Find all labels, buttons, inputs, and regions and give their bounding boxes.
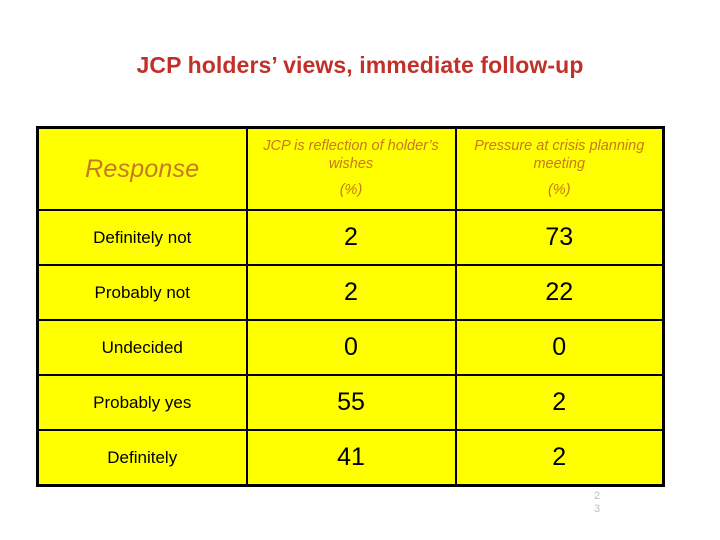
- row-value-pressure: 73: [454, 209, 665, 266]
- row-label: Undecided: [36, 319, 248, 376]
- table-row: Undecided 0 0: [36, 319, 665, 376]
- row-label: Probably not: [36, 264, 248, 321]
- row-value-reflection: 55: [245, 374, 457, 431]
- row-value-reflection: 2: [245, 209, 457, 266]
- column-header-pressure-unit: (%): [547, 181, 571, 198]
- table-row: Definitely 41 2: [36, 429, 665, 487]
- table-row: Probably not 2 22: [36, 264, 665, 321]
- table-header-row: Response JCP is reflection of holder’s w…: [36, 126, 665, 211]
- row-value-pressure: 2: [454, 374, 665, 431]
- row-value-reflection: 0: [245, 319, 457, 376]
- row-value-reflection: 2: [245, 264, 457, 321]
- table-row: Probably yes 55 2: [36, 374, 665, 431]
- table-row: Definitely not 2 73: [36, 209, 665, 266]
- column-header-reflection: JCP is reflection of holder’s wishes (%): [245, 126, 457, 211]
- row-value-pressure: 0: [454, 319, 665, 376]
- column-header-pressure-label: Pressure at crisis planning meeting: [474, 138, 645, 173]
- page-title: JCP holders’ views, immediate follow-up: [136, 52, 584, 78]
- row-label: Probably yes: [36, 374, 248, 431]
- row-label: Definitely: [36, 429, 248, 487]
- column-header-reflection-label: JCP is reflection of holder’s wishes: [263, 138, 439, 173]
- column-header-reflection-unit: (%): [339, 181, 363, 198]
- column-header-response: Response: [36, 126, 248, 211]
- page-number-digit-1: 2: [594, 490, 601, 502]
- row-value-pressure: 2: [454, 429, 665, 487]
- page-number-digit-2: 3: [594, 503, 601, 515]
- column-header-pressure: Pressure at crisis planning meeting (%): [454, 126, 665, 211]
- row-value-reflection: 41: [245, 429, 457, 487]
- row-value-pressure: 22: [454, 264, 665, 321]
- survey-results-table: Response JCP is reflection of holder’s w…: [36, 126, 665, 487]
- page-number: 2 3: [594, 490, 616, 516]
- row-label: Definitely not: [36, 209, 248, 266]
